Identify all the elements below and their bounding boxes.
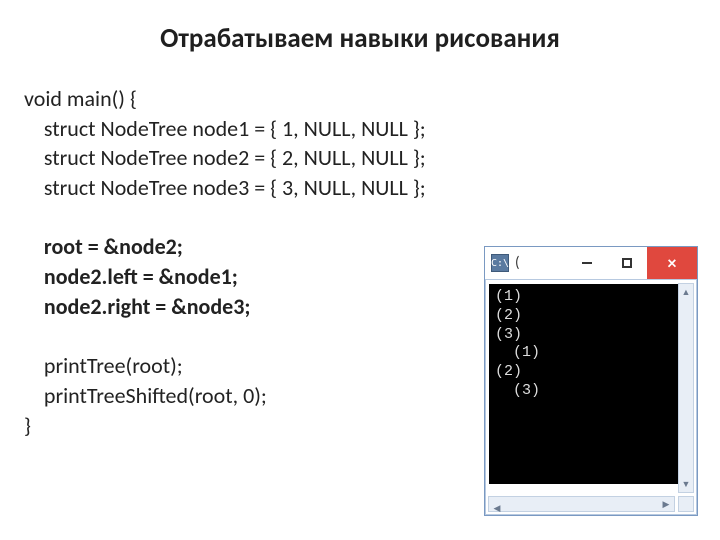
code-line: printTreeShifted(root, 0); [24, 382, 267, 409]
code-line: struct NodeTree node3 = { 3, NULL, NULL … [24, 174, 426, 201]
console-icon: C:\ [491, 254, 509, 272]
code-line-bold: node2.left = &node1; [24, 263, 238, 290]
window-buttons: × [567, 247, 697, 279]
code-line-bold: root = &node2; [24, 233, 183, 260]
console-window: C:\ ( × (1) (2) (3) (1) (2) (3) ▲ ▼ ◀ ▶ [484, 246, 698, 516]
scroll-down-arrow-icon[interactable]: ▼ [679, 476, 693, 492]
code-line-bold: node2.right = &node3; [24, 293, 250, 320]
maximize-button[interactable] [607, 247, 647, 279]
minimize-button[interactable] [567, 247, 607, 279]
code-line: } [24, 412, 31, 439]
scroll-right-arrow-icon[interactable]: ▶ [658, 497, 674, 511]
code-line: struct NodeTree node2 = { 2, NULL, NULL … [24, 144, 426, 171]
code-line: printTree(root); [24, 352, 183, 379]
vertical-scrollbar[interactable]: ▲ ▼ [678, 283, 694, 493]
code-line: void main() { [24, 85, 137, 112]
horizontal-scrollbar[interactable]: ◀ ▶ [488, 496, 675, 512]
slide-title: Отрабатываем навыки рисования [0, 22, 720, 55]
code-block: void main() { struct NodeTree node1 = { … [24, 84, 426, 440]
console-output: (1) (2) (3) (1) (2) (3) [489, 284, 693, 484]
scroll-left-arrow-icon[interactable]: ◀ [489, 502, 505, 516]
scroll-up-arrow-icon[interactable]: ▲ [679, 284, 693, 300]
resize-grip[interactable] [678, 496, 694, 512]
titlebar-left: C:\ ( [485, 247, 567, 279]
window-titlebar[interactable]: C:\ ( × [485, 247, 697, 280]
code-line: struct NodeTree node1 = { 1, NULL, NULL … [24, 115, 426, 142]
window-title: ( [515, 254, 520, 272]
close-button[interactable]: × [647, 247, 697, 279]
slide: Отрабатываем навыки рисования void main(… [0, 0, 720, 540]
